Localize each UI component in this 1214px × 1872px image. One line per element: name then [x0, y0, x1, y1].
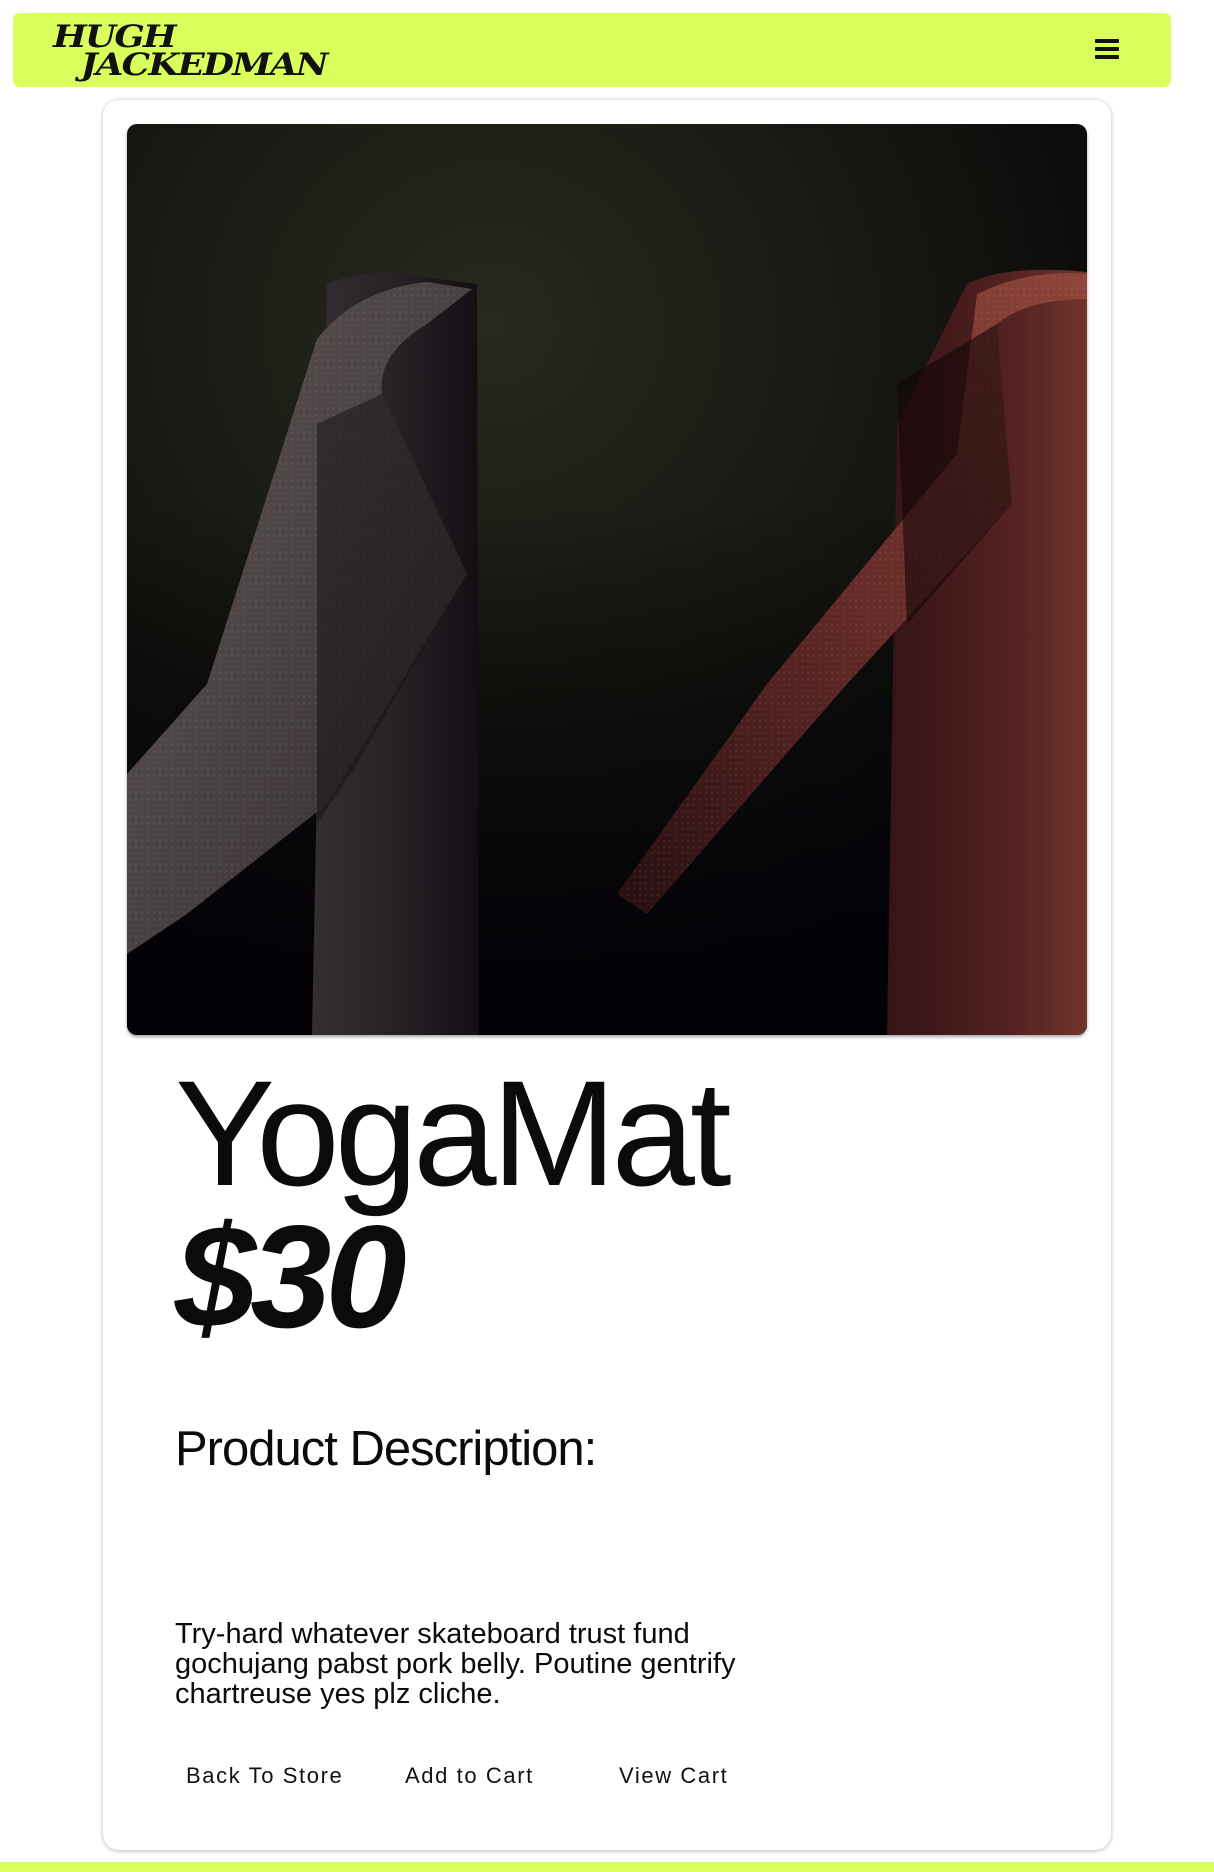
view-cart-button[interactable]: View Cart	[619, 1762, 728, 1790]
product-name: YogaMat	[175, 1049, 732, 1217]
yoga-mats-photo	[127, 124, 1087, 1035]
product-description-heading: Product Description:	[175, 1422, 597, 1476]
top-navbar: HUGH JACKEDMAN	[13, 13, 1171, 87]
back-to-store-button[interactable]: Back To Store	[186, 1762, 343, 1790]
product-description: Try-hard whatever skateboard trust fund …	[175, 1618, 736, 1710]
brand-logo-line2: JACKEDMAN	[80, 47, 329, 83]
brand-logo[interactable]: HUGH JACKEDMAN	[53, 22, 329, 83]
hamburger-menu-icon[interactable]	[1095, 39, 1119, 61]
product-image	[127, 124, 1087, 1035]
footer-accent-bar	[0, 1862, 1214, 1872]
product-card: YogaMat $30 Product Description: Try-har…	[103, 100, 1111, 1850]
product-price: $30	[175, 1195, 407, 1358]
add-to-cart-button[interactable]: Add to Cart	[405, 1762, 534, 1790]
